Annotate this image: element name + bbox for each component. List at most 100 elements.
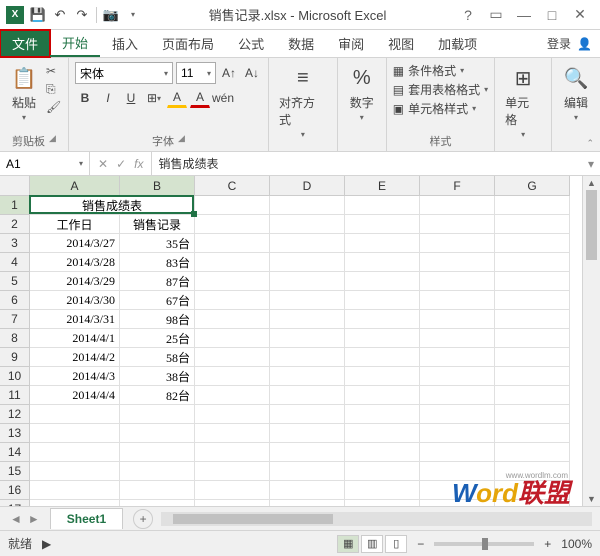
cell[interactable]: 2014/3/27	[30, 234, 120, 253]
row-header[interactable]: 15	[0, 462, 30, 481]
cell[interactable]	[420, 348, 495, 367]
cell[interactable]	[420, 310, 495, 329]
cell[interactable]	[195, 424, 270, 443]
cell[interactable]	[30, 424, 120, 443]
cell[interactable]	[270, 405, 345, 424]
scroll-up-icon[interactable]: ▲	[583, 178, 600, 188]
cell[interactable]: 38台	[120, 367, 195, 386]
sheet-tab[interactable]: Sheet1	[50, 508, 123, 529]
cell[interactable]: 2014/3/31	[30, 310, 120, 329]
cell[interactable]	[345, 367, 420, 386]
cell[interactable]	[195, 481, 270, 500]
copy-icon[interactable]: ⎘	[46, 82, 62, 96]
cell[interactable]	[495, 443, 570, 462]
cell[interactable]: 67台	[120, 291, 195, 310]
view-normal-button[interactable]: ▦	[337, 535, 359, 553]
cell[interactable]	[495, 329, 570, 348]
cell[interactable]	[120, 481, 195, 500]
selection-handle[interactable]	[191, 211, 197, 217]
cell[interactable]	[420, 272, 495, 291]
row-header[interactable]: 4	[0, 253, 30, 272]
cells-button[interactable]: ⊞ 单元格 ▾	[501, 62, 545, 141]
user-icon[interactable]: 👤	[577, 37, 592, 51]
row-header[interactable]: 9	[0, 348, 30, 367]
row-header[interactable]: 14	[0, 443, 30, 462]
cell[interactable]	[420, 215, 495, 234]
column-header[interactable]: C	[195, 176, 270, 196]
table-format-button[interactable]: ▤套用表格格式 ▾	[393, 81, 488, 98]
sheet-nav-prev-icon[interactable]: ◄	[10, 512, 22, 526]
macro-record-icon[interactable]: ▶	[42, 537, 51, 551]
tab-review[interactable]: 审阅	[326, 30, 376, 57]
row-header[interactable]: 6	[0, 291, 30, 310]
alignment-button[interactable]: ≡ 对齐方式 ▾	[275, 62, 331, 141]
cell[interactable]: 82台	[120, 386, 195, 405]
cell[interactable]: 35台	[120, 234, 195, 253]
cell[interactable]	[495, 310, 570, 329]
cell[interactable]	[120, 443, 195, 462]
italic-button[interactable]: I	[98, 88, 118, 108]
vscroll-thumb[interactable]	[586, 190, 597, 260]
cell[interactable]	[420, 462, 495, 481]
cell[interactable]	[195, 500, 270, 506]
sheet-nav-next-icon[interactable]: ►	[28, 512, 40, 526]
font-color-button[interactable]: A	[190, 88, 210, 108]
column-header[interactable]: F	[420, 176, 495, 196]
cell[interactable]	[270, 310, 345, 329]
hscroll-thumb[interactable]	[173, 514, 333, 524]
cell[interactable]	[30, 500, 120, 506]
cell[interactable]	[345, 234, 420, 253]
cell[interactable]	[495, 424, 570, 443]
increase-font-icon[interactable]: A↑	[219, 63, 239, 83]
cell[interactable]	[270, 234, 345, 253]
zoom-slider[interactable]	[434, 542, 534, 546]
cell[interactable]	[270, 272, 345, 291]
cell[interactable]	[420, 291, 495, 310]
tab-insert[interactable]: 插入	[100, 30, 150, 57]
cell[interactable]: 83台	[120, 253, 195, 272]
tab-home[interactable]: 开始	[50, 30, 100, 57]
row-header[interactable]: 11	[0, 386, 30, 405]
redo-icon[interactable]: ↷	[74, 7, 90, 23]
zoom-out-button[interactable]: −	[417, 537, 424, 551]
row-header[interactable]: 12	[0, 405, 30, 424]
border-button[interactable]: ⊞▾	[144, 88, 164, 108]
cell[interactable]	[495, 348, 570, 367]
cell[interactable]	[345, 215, 420, 234]
cell[interactable]	[270, 386, 345, 405]
cell[interactable]: 98台	[120, 310, 195, 329]
column-header[interactable]: D	[270, 176, 345, 196]
maximize-button[interactable]: □	[542, 7, 562, 23]
row-header[interactable]: 7	[0, 310, 30, 329]
clipboard-launcher-icon[interactable]: ◢	[49, 133, 56, 149]
cell[interactable]	[345, 329, 420, 348]
cell[interactable]	[495, 405, 570, 424]
name-box[interactable]: A1▾	[0, 152, 90, 175]
cell[interactable]	[345, 500, 420, 506]
row-header[interactable]: 17	[0, 500, 30, 506]
scroll-down-icon[interactable]: ▼	[583, 494, 600, 504]
cell[interactable]	[195, 443, 270, 462]
tab-pagelayout[interactable]: 页面布局	[150, 30, 226, 57]
qat-customize-icon[interactable]: ▾	[125, 7, 141, 23]
cell[interactable]: 2014/4/1	[30, 329, 120, 348]
row-header[interactable]: 16	[0, 481, 30, 500]
cell[interactable]	[30, 481, 120, 500]
cell[interactable]	[345, 424, 420, 443]
cell[interactable]	[195, 329, 270, 348]
decrease-font-icon[interactable]: A↓	[242, 63, 262, 83]
cell[interactable]	[420, 196, 495, 215]
phonetic-button[interactable]: wén	[213, 88, 233, 108]
cell[interactable]	[345, 348, 420, 367]
cell[interactable]	[120, 462, 195, 481]
cell[interactable]	[345, 253, 420, 272]
paste-button[interactable]: 📋 粘贴 ▾	[6, 62, 42, 124]
cell[interactable]	[120, 424, 195, 443]
format-painter-icon[interactable]: 🖌	[46, 100, 62, 114]
tab-addins[interactable]: 加载项	[426, 30, 489, 57]
row-header[interactable]: 13	[0, 424, 30, 443]
cell[interactable]	[495, 367, 570, 386]
cell[interactable]: 2014/4/4	[30, 386, 120, 405]
cell[interactable]	[120, 500, 195, 506]
font-launcher-icon[interactable]: ◢	[178, 133, 185, 149]
